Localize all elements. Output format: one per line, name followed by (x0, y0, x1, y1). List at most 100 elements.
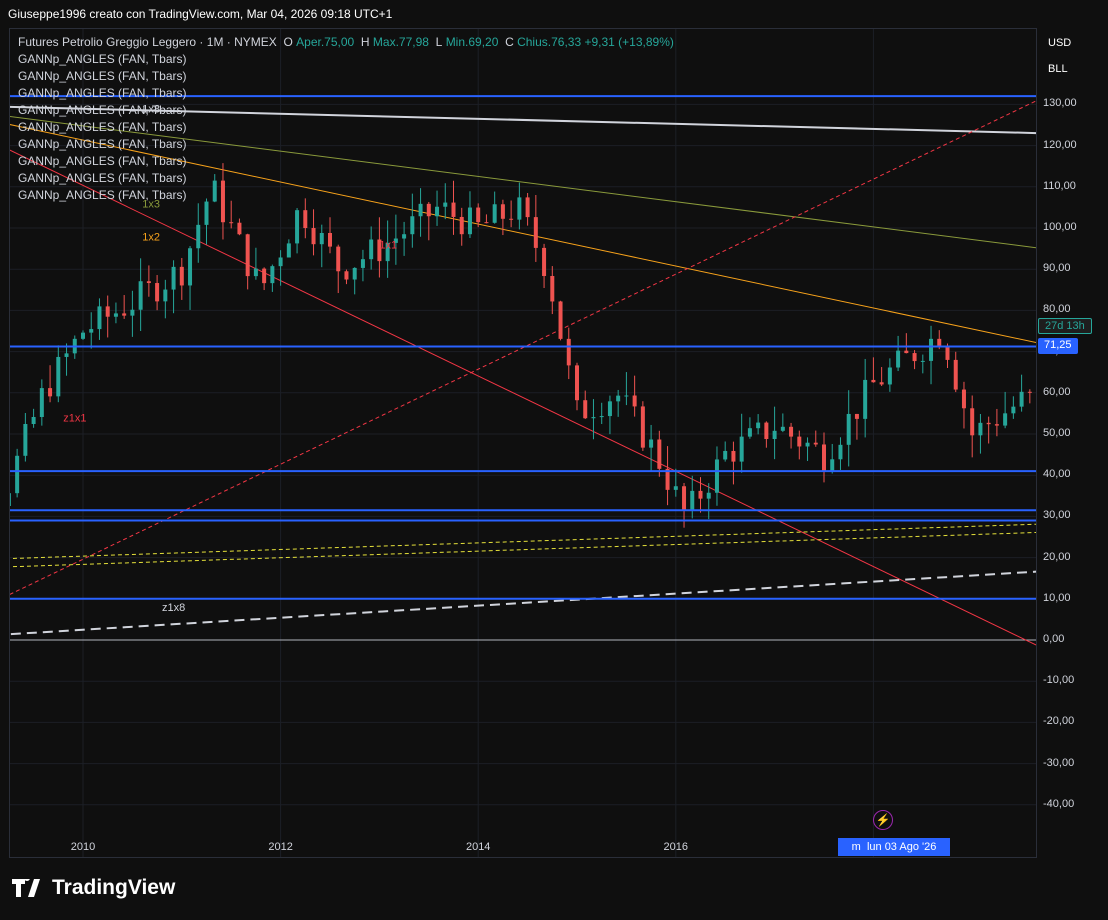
unit-button[interactable]: BLL (1048, 63, 1068, 75)
candle-body-132 (1019, 391, 1024, 407)
symbol-row[interactable]: Futures Petrolio Greggio Leggero · 1M · … (18, 34, 674, 51)
candle-body-85 (632, 395, 637, 407)
candle-body-90 (673, 486, 678, 490)
candle-body-84 (624, 395, 629, 397)
y-tick-16: -30,00 (1043, 756, 1075, 769)
candle-body-28 (163, 289, 168, 302)
candle-body-80 (591, 417, 596, 419)
indicator-row-7[interactable]: GANNp_ANGLES (FAN, Tbars) (18, 170, 674, 187)
indicator-row-3[interactable]: GANNp_ANGLES (FAN, Tbars) (18, 102, 674, 119)
candle-body-52 (360, 259, 365, 268)
candle-body-115 (879, 382, 884, 385)
candle-body-92 (690, 490, 695, 511)
lightning-icon[interactable]: ⚡ (873, 810, 893, 830)
angle-label-3: 1x1 (379, 240, 397, 252)
x-tick-2014: 2014 (466, 841, 490, 853)
candle-body-129 (994, 424, 999, 426)
candle-body-58 (410, 216, 415, 235)
y-tick-10: 30,00 (1043, 509, 1071, 522)
candle-body-48 (328, 233, 332, 247)
candle-body-9 (10, 493, 11, 507)
candle-body-87 (649, 439, 654, 448)
candle-body-44 (295, 210, 300, 244)
candle-body-30 (179, 266, 184, 286)
candle-body-98 (739, 436, 744, 462)
y-tick-4: 90,00 (1043, 262, 1071, 275)
candle-body-125 (961, 389, 966, 409)
candle-body-105 (797, 436, 802, 447)
candle-body-65 (467, 207, 472, 235)
time-prefix: m (851, 841, 861, 853)
candle-body-39 (253, 268, 258, 277)
candle-body-43 (286, 243, 291, 258)
candle-body-49 (336, 246, 341, 272)
angle-label-2: 1x2 (142, 231, 160, 243)
candle-body-14 (48, 388, 53, 397)
candle-body-107 (813, 442, 818, 445)
candle-body-117 (896, 350, 901, 368)
candle-body-15 (56, 356, 61, 397)
level-price-tag: 71,25 (1038, 338, 1078, 354)
currency-button[interactable]: USD (1048, 37, 1071, 49)
y-tick-14: -10,00 (1043, 674, 1075, 687)
candle-body-131 (1011, 406, 1016, 414)
tradingview-logo-icon (12, 879, 40, 897)
candle-body-46 (311, 228, 316, 245)
candle-body-97 (731, 450, 736, 462)
candle-body-81 (599, 416, 604, 418)
candle-body-59 (418, 203, 423, 217)
candle-body-74 (542, 247, 547, 277)
indicator-row-6[interactable]: GANNp_ANGLES (FAN, Tbars) (18, 153, 674, 170)
tradingview-brand[interactable]: TradingView (12, 876, 175, 900)
y-tick-0: 130,00 (1043, 97, 1077, 110)
candle-body-10 (15, 455, 20, 494)
candle-body-111 (846, 413, 851, 445)
y-tick-17: -40,00 (1043, 797, 1075, 810)
candle-body-101 (764, 422, 769, 440)
close-label: C (505, 35, 514, 49)
candle-body-70 (509, 218, 514, 220)
candle-body-76 (558, 301, 563, 339)
candle-body-77 (566, 338, 571, 366)
indicator-row-2[interactable]: GANNp_ANGLES (FAN, Tbars) (18, 85, 674, 102)
candle-body-99 (747, 428, 752, 437)
candle-body-42 (278, 257, 283, 267)
candle-body-121 (929, 338, 934, 361)
candle-body-118 (904, 350, 909, 354)
candle-body-126 (970, 408, 975, 436)
candle-body-61 (435, 206, 440, 217)
candle-body-53 (369, 239, 374, 260)
candle-body-57 (402, 234, 407, 239)
indicator-row-5[interactable]: GANNp_ANGLES (FAN, Tbars) (18, 136, 674, 153)
candle-body-82 (607, 401, 612, 417)
candle-body-78 (575, 365, 579, 401)
candle-body-110 (838, 444, 843, 460)
y-tick-9: 40,00 (1043, 468, 1071, 481)
indicator-row-0[interactable]: GANNp_ANGLES (FAN, Tbars) (18, 51, 674, 68)
angle-label-5: z1x8 (162, 602, 185, 614)
candle-body-112 (854, 413, 859, 419)
candle-body-19 (89, 329, 94, 333)
candle-body-47 (319, 233, 324, 245)
indicator-row-1[interactable]: GANNp_ANGLES (FAN, Tbars) (18, 68, 674, 85)
candle-body-23 (122, 313, 127, 316)
candle-body-51 (352, 267, 357, 280)
x-tick-2016: 2016 (664, 841, 688, 853)
y-tick-2: 110,00 (1043, 179, 1076, 192)
price-axis[interactable]: 130,00120,00110,00100,0090,0080,0070,006… (1037, 28, 1108, 858)
indicator-row-8[interactable]: GANNp_ANGLES (FAN, Tbars) (18, 187, 674, 204)
candle-body-102 (772, 430, 777, 440)
indicator-list: GANNp_ANGLES (FAN, Tbars) GANNp_ANGLES (F… (18, 51, 674, 204)
high-label: H (360, 35, 370, 49)
x-tick-2012: 2012 (268, 841, 292, 853)
y-tick-13: 0,00 (1043, 633, 1065, 645)
candle-body-93 (698, 490, 703, 499)
candle-body-68 (492, 204, 497, 223)
candle-body-91 (682, 486, 687, 511)
candle-body-18 (81, 332, 85, 339)
y-tick-12: 10,00 (1043, 591, 1071, 604)
indicator-row-4[interactable]: GANNp_ANGLES (FAN, Tbars) (18, 119, 674, 136)
candle-body-67 (484, 222, 489, 224)
candle-body-96 (723, 450, 728, 460)
gann-z1x8-line (10, 570, 1036, 636)
